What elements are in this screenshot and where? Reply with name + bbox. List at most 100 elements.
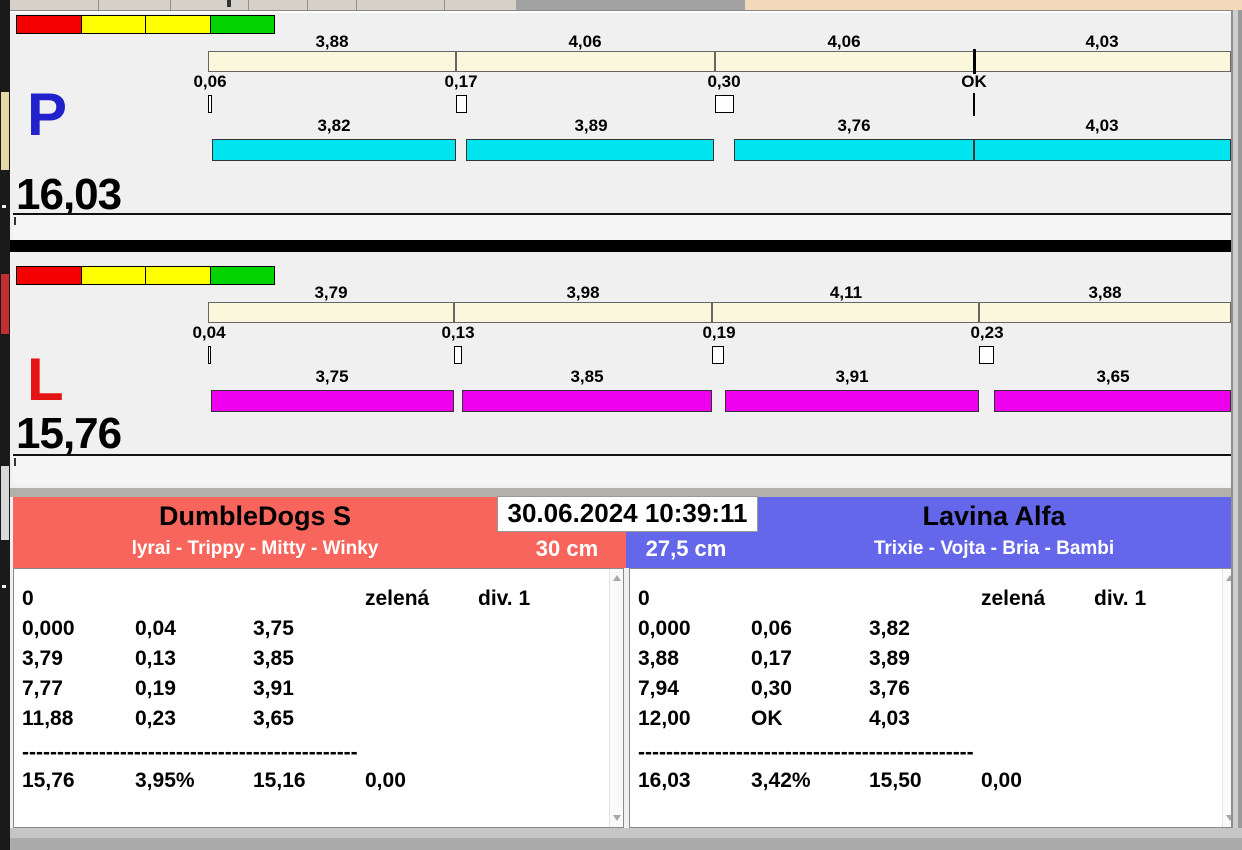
changeover-time: 0,23 bbox=[135, 707, 176, 730]
dog-time-label: 3,91 bbox=[835, 367, 869, 386]
dog-time: 3,65 bbox=[253, 707, 294, 730]
scroll-up-icon[interactable] bbox=[613, 575, 621, 581]
split-time-label: 3,98 bbox=[566, 283, 600, 302]
cumulative-time: 0,000 bbox=[638, 617, 691, 640]
division-label: div. 1 bbox=[1094, 587, 1147, 610]
strip-divider bbox=[356, 0, 357, 10]
cumulative-time: 11,88 bbox=[22, 707, 74, 730]
split-bar-segment bbox=[208, 51, 456, 72]
traffic-light-green bbox=[210, 16, 274, 33]
changeover-box bbox=[454, 346, 462, 364]
dog-time-bar bbox=[974, 139, 1231, 161]
team-dogs-list: Trixie - Vojta - Bria - Bambi bbox=[873, 538, 1115, 559]
split-bar-segment bbox=[712, 302, 979, 323]
changeover-box bbox=[208, 95, 212, 113]
left-strip-mark bbox=[2, 585, 6, 588]
left-strip-fragment bbox=[1, 92, 9, 170]
changeover-time: 0,19 bbox=[135, 677, 176, 700]
strip-peach-segment bbox=[745, 0, 1242, 10]
dog-time-bar bbox=[466, 139, 714, 161]
lane-bar-zone: 3,79 0,04 3,75 3,98 0,13 3,85 4,11 0,19 3,91 3,88… bbox=[13, 264, 1231, 484]
dog-time: 3,89 bbox=[869, 647, 910, 670]
dog-time: 3,75 bbox=[253, 617, 294, 640]
result-text-area-right[interactable]: 0 zelená div. 1 0,000 0,06 3,82 3,88 0,17 3,89 7,… bbox=[629, 568, 1237, 828]
ok-marker-bar-tick bbox=[973, 49, 976, 74]
lane-panel-l: L 15,76 3,79 0,04 3,75 3,98 0,13 3,85 4,11 0,19… bbox=[13, 258, 1231, 484]
strip-divider bbox=[248, 0, 249, 10]
changeover-box bbox=[456, 95, 467, 113]
split-bar-segment bbox=[979, 302, 1231, 323]
changeover-time-label: 0,06 bbox=[193, 72, 227, 91]
strip-divider bbox=[444, 0, 445, 10]
split-bar-segment bbox=[208, 302, 454, 323]
split-time-label: 4,06 bbox=[568, 32, 602, 51]
team-name: Lavina Alfa bbox=[922, 501, 1066, 531]
traffic-light-red bbox=[17, 267, 82, 284]
footer-tick bbox=[14, 217, 16, 225]
dog-time: 3,85 bbox=[253, 647, 294, 670]
ok-marker-line bbox=[973, 93, 975, 116]
background-window-strip bbox=[0, 0, 1242, 10]
traffic-light-yellow-2 bbox=[146, 16, 211, 33]
faults-count: 0 bbox=[22, 587, 34, 610]
net-time: 15,50 bbox=[869, 769, 922, 792]
lane-divider-bar bbox=[10, 240, 1231, 252]
faults-count: 0 bbox=[638, 587, 650, 610]
scrollbar[interactable] bbox=[609, 569, 623, 827]
lane-panel-p: P 16,03 3,88 0,06 3,82 4,06 0,17 3,89 4,06 0,30… bbox=[13, 13, 1231, 240]
strip-notch bbox=[227, 0, 231, 7]
loss-percent: 3,42% bbox=[751, 769, 811, 792]
changeover-box bbox=[979, 346, 994, 364]
team-name: DumbleDogs S bbox=[158, 501, 352, 531]
traffic-light-yellow-1 bbox=[81, 267, 146, 284]
cumulative-time: 0,000 bbox=[22, 617, 75, 640]
dog-time-bar bbox=[212, 139, 456, 161]
dog-time-label: 3,76 bbox=[837, 116, 871, 135]
separator-dashes: ----------------------------------------… bbox=[22, 741, 358, 764]
background-left-strip bbox=[0, 0, 10, 850]
dog-time-label: 3,75 bbox=[315, 367, 349, 386]
traffic-light-red bbox=[17, 16, 82, 33]
dog-time-bar bbox=[734, 139, 974, 161]
card-color-label: zelená bbox=[365, 587, 430, 610]
dog-time-label: 3,65 bbox=[1096, 367, 1130, 386]
dog-time: 3,82 bbox=[869, 617, 910, 640]
dog-time-bar bbox=[994, 390, 1231, 412]
net-time: 15,16 bbox=[253, 769, 306, 792]
footer-tick bbox=[14, 458, 16, 466]
changeover-time-label: 0,30 bbox=[707, 72, 741, 91]
changeover-time: 0,13 bbox=[135, 647, 176, 670]
split-bar-segment bbox=[456, 51, 715, 72]
changeover-time-label: 0,17 bbox=[444, 72, 478, 91]
split-bar-segment bbox=[454, 302, 712, 323]
scroll-down-icon[interactable] bbox=[613, 815, 621, 821]
strip-divider bbox=[98, 0, 99, 10]
penalty-time: 0,00 bbox=[365, 769, 406, 792]
lane-footer-strip bbox=[13, 213, 1231, 240]
split-bar-segment bbox=[974, 51, 1231, 72]
result-text-area-left[interactable]: 0 zelená div. 1 0,000 0,04 3,75 3,79 0,13 3,85 7,… bbox=[13, 568, 624, 828]
changeover-time-label: 0,19 bbox=[702, 323, 736, 342]
dog-time-bar bbox=[725, 390, 979, 412]
traffic-light-green bbox=[210, 267, 274, 284]
changeover-box bbox=[712, 346, 724, 364]
dog-time-label: 4,03 bbox=[1085, 116, 1119, 135]
dog-time-bar bbox=[211, 390, 454, 412]
cumulative-time: 7,94 bbox=[638, 677, 679, 700]
changeover-time-label: 0,23 bbox=[970, 323, 1004, 342]
timing-screen: { "datetime": "30.06.2024 10:39:11", "la… bbox=[0, 0, 1242, 850]
separator-dashes: ----------------------------------------… bbox=[638, 741, 974, 764]
strip-dark-segment bbox=[516, 0, 745, 10]
traffic-light-yellow-2 bbox=[146, 267, 211, 284]
dog-time: 4,03 bbox=[869, 707, 910, 730]
dog-time: 3,91 bbox=[253, 677, 294, 700]
changeover-time: 0,06 bbox=[751, 617, 792, 640]
total-time: 16,03 bbox=[638, 769, 691, 792]
left-strip-mark bbox=[2, 205, 6, 208]
cumulative-time: 7,77 bbox=[22, 677, 63, 700]
split-time-label: 4,06 bbox=[827, 32, 861, 51]
cumulative-time: 3,88 bbox=[638, 647, 679, 670]
dog-time-label: 3,82 bbox=[317, 116, 351, 135]
changeover-box bbox=[208, 346, 211, 364]
split-time-label: 3,88 bbox=[1088, 283, 1122, 302]
